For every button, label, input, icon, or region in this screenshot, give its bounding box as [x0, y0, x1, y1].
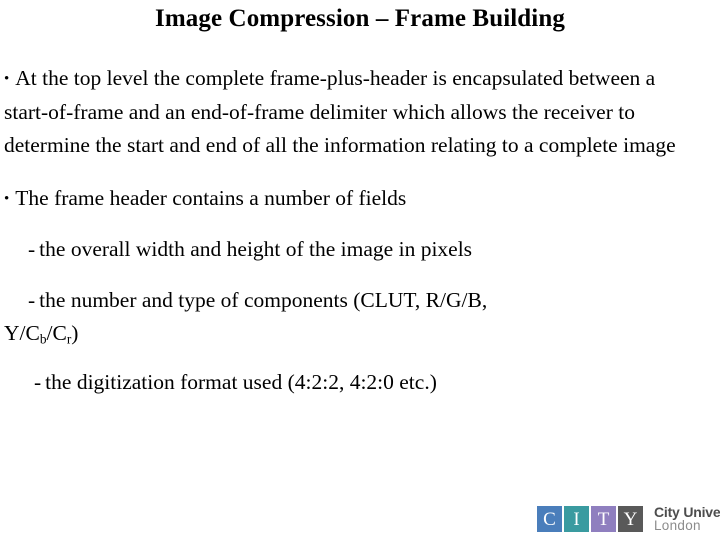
logo-name: City University: [654, 503, 720, 520]
logo-square-c: C: [537, 506, 562, 532]
bullet-marker-icon: •: [4, 191, 10, 207]
logo-letter-squares: C I T Y: [537, 506, 645, 532]
sub-item-2-text-line1: the number and type of components (CLUT,…: [39, 288, 488, 312]
slide-canvas: Image Compression – Frame Building • At t…: [0, 0, 720, 540]
sub-item-2: - the number and type of components (CLUT…: [4, 284, 690, 317]
logo-wordmark: City University London: [654, 505, 720, 533]
ycbcr-subscript-b: b: [39, 331, 47, 347]
sub-item-1-text: the overall width and height of the imag…: [39, 237, 473, 261]
bullet-item-2: • The frame header contains a number of f…: [4, 182, 690, 216]
ycbcr-prefix: Y/C: [4, 321, 40, 345]
dash-marker-icon: -: [28, 288, 36, 312]
logo-square-c-letter: C: [543, 508, 556, 530]
city-university-london-logo: C I T Y City University London: [537, 505, 720, 533]
sub-item-2-continuation: Y/Cb/Cr): [4, 317, 690, 350]
logo-square-i: I: [564, 506, 589, 532]
logo-sub-name: London: [654, 518, 701, 534]
logo-square-i-letter: I: [573, 508, 580, 530]
slide-body: • At the top level the complete frame-plu…: [4, 62, 690, 399]
bullet-item-1: • At the top level the complete frame-plu…: [4, 62, 690, 162]
logo-square-t: T: [591, 506, 616, 532]
ycbcr-suffix: ): [71, 321, 79, 345]
sub-item-3-text: the digitization format used (4:2:2, 4:2…: [45, 370, 437, 394]
logo-square-y: Y: [618, 506, 643, 532]
ycbcr-mid: /C: [46, 321, 67, 345]
logo-square-y-letter: Y: [623, 508, 638, 530]
logo-square-t-letter: T: [597, 508, 610, 530]
bullet-item-1-text: At the top level the complete frame-plus…: [4, 66, 676, 157]
bullet-marker-icon: •: [4, 71, 10, 87]
bullet-item-2-text: The frame header contains a number of fi…: [15, 186, 407, 210]
dash-marker-icon: -: [28, 237, 36, 261]
page-title: Image Compression – Frame Building: [155, 5, 565, 32]
dash-marker-icon: -: [34, 370, 42, 394]
sub-item-3: - the digitization format used (4:2:2, 4:…: [4, 366, 690, 399]
sub-item-1: - the overall width and height of the ima…: [4, 233, 690, 266]
